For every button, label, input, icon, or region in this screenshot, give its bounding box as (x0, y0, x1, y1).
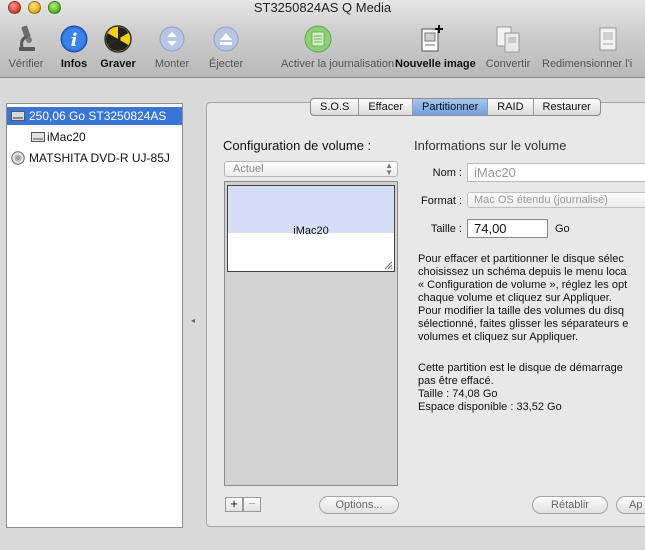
add-remove-group: + − (225, 497, 261, 514)
volume-scheme-select[interactable]: Actuel ▲ ▼ (224, 161, 398, 177)
volume-size-field[interactable]: 74,00 (467, 219, 548, 238)
sidebar-item-volume-label: iMac20 (47, 130, 86, 144)
size-label: Taille : (430, 223, 462, 235)
sidebar-item-volume[interactable]: iMac20 (7, 128, 182, 146)
sidebar-item-disk-label: 250,06 Go ST3250824AS (29, 109, 167, 123)
enable-journaling-label: Activer la journalisation (281, 58, 395, 70)
new-image-button[interactable]: Nouvelle image (395, 20, 476, 76)
revert-button[interactable]: Rétablir (532, 496, 608, 514)
eject-label: Éjecter (208, 58, 244, 70)
partition-help-text: Pour effacer et partitionner le disque s… (418, 253, 629, 343)
format-value: Mac OS étendu (journalisé) (474, 194, 608, 206)
tab-raid[interactable]: RAID (488, 99, 534, 115)
sidebar-item-dvd[interactable]: MATSHITA DVD-R UJ-85J (7, 149, 182, 167)
format-label: Format : (421, 195, 462, 207)
hard-disk-icon (11, 111, 25, 121)
convert-button[interactable]: Convertir (486, 20, 530, 76)
tab-first-aid[interactable]: S.O.S (311, 99, 360, 115)
volume-config-title: Configuration de volume : (223, 138, 372, 153)
window-title: ST3250824AS Q Media (253, 0, 392, 15)
partition-block[interactable]: iMac20 (227, 185, 395, 272)
volume-info-title: Informations sur le volume (414, 138, 567, 153)
window-toolbar: ST3250824AS Q Media Vérifier i Infos Gra… (0, 0, 645, 78)
partition-layout[interactable]: iMac20 (224, 181, 398, 486)
tab-bar: S.O.S Effacer Partitionner RAID Restaure… (310, 98, 601, 116)
new-image-label: Nouvelle image (395, 58, 476, 70)
volume-scheme-value: Actuel (233, 163, 264, 175)
tab-partition[interactable]: Partitionner (413, 99, 489, 115)
resize-grip-icon[interactable] (383, 260, 393, 270)
enable-journaling-button[interactable]: Activer la journalisation (281, 20, 394, 76)
sidebar-item-disk[interactable]: 250,06 Go ST3250824AS (7, 107, 182, 125)
radiation-icon (104, 25, 132, 53)
resize-image-icon (599, 27, 617, 51)
format-select[interactable]: Mac OS étendu (journalisé) (467, 192, 645, 208)
apply-button[interactable]: Ap (616, 496, 645, 514)
journaling-icon (304, 25, 332, 53)
convert-icon (496, 26, 520, 53)
burn-button[interactable]: Graver (100, 20, 136, 76)
disk-list: 250,06 Go ST3250824AS iMac20 MATSHITA DV… (6, 103, 183, 528)
partition-name: iMac20 (293, 225, 329, 237)
partition-status-text: Cette partition est le disque de démarra… (418, 362, 623, 413)
mount-button[interactable]: Monter (155, 20, 189, 76)
microscope-icon (19, 25, 35, 51)
convert-label: Convertir (485, 58, 531, 70)
name-label: Nom : (432, 167, 462, 179)
svg-text:i: i (71, 30, 78, 51)
info-icon: i (60, 25, 88, 53)
add-partition-button[interactable]: + (225, 497, 243, 512)
mount-icon (159, 26, 185, 52)
new-image-icon (421, 25, 443, 52)
splitter-handle-icon[interactable]: ◂ (191, 316, 196, 325)
sidebar-item-dvd-label: MATSHITA DVD-R UJ-85J (29, 151, 170, 165)
resize-image-label: Redimensionner l'i (542, 58, 633, 70)
resize-image-button[interactable]: Redimensionner l'i (542, 20, 632, 76)
eject-icon (213, 26, 239, 52)
eject-button[interactable]: Éjecter (209, 20, 243, 76)
select-arrows-icon: ▲ ▼ (385, 161, 393, 177)
options-button[interactable]: Options... (319, 496, 399, 514)
tab-restore[interactable]: Restaurer (534, 99, 600, 115)
volume-icon (31, 132, 45, 142)
dvd-drive-icon (11, 151, 25, 165)
tab-erase[interactable]: Effacer (359, 99, 413, 115)
remove-partition-button[interactable]: − (243, 497, 261, 512)
volume-name-field[interactable]: iMac20 (467, 163, 645, 182)
size-unit: Go (555, 223, 570, 235)
